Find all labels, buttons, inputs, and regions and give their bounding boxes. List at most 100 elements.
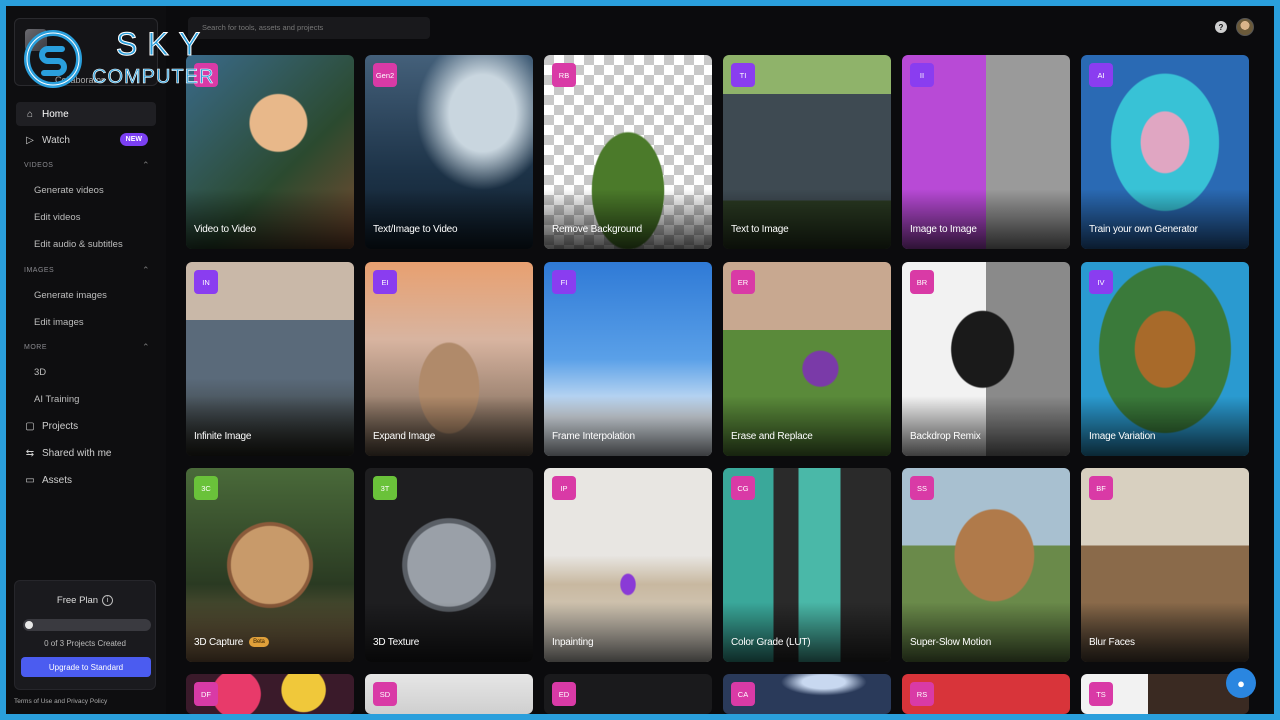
card-label: Frame Interpolation bbox=[552, 431, 635, 442]
tool-card-inpainting[interactable]: IP Inpainting bbox=[544, 468, 712, 662]
sidebar-item-label: Projects bbox=[42, 420, 79, 432]
watermark-line2: COMPUTER bbox=[92, 66, 215, 89]
tool-card-text-image-to-video[interactable]: Gen2 Text/Image to Video bbox=[365, 55, 533, 249]
sidebar-item-label: Shared with me bbox=[42, 447, 112, 459]
home-icon: ⌂ bbox=[26, 108, 34, 120]
card-label: Erase and Replace bbox=[731, 431, 813, 442]
card-badge: SD bbox=[373, 682, 397, 706]
card-shade bbox=[365, 396, 533, 456]
tool-card-row4-4[interactable]: CA bbox=[723, 674, 891, 714]
tool-card-train-generator[interactable]: AI Train your own Generator bbox=[1081, 55, 1249, 249]
tool-card-3d-capture[interactable]: 3C 3D Capture Beta bbox=[186, 468, 354, 662]
card-label: Text to Image bbox=[731, 224, 789, 235]
section-title: VIDEOS bbox=[24, 162, 54, 169]
card-shade bbox=[544, 602, 712, 662]
chevron-up-icon: ⌃ bbox=[141, 342, 150, 352]
sidebar-item-edit-images[interactable]: Edit images bbox=[34, 317, 84, 328]
card-badge: RB bbox=[552, 63, 576, 87]
upgrade-button[interactable]: Upgrade to Standard bbox=[21, 657, 151, 677]
tool-card-3d-texture[interactable]: 3T 3D Texture bbox=[365, 468, 533, 662]
card-shade bbox=[1081, 189, 1249, 249]
tool-card-row4-6[interactable]: TS bbox=[1081, 674, 1249, 714]
sidebar-item-shared[interactable]: ⇆ Shared with me bbox=[16, 441, 156, 465]
sidebar-item-assets[interactable]: ▭ Assets bbox=[16, 468, 156, 492]
card-shade bbox=[186, 189, 354, 249]
plan-title: Free Plan i bbox=[15, 595, 155, 606]
card-badge: BF bbox=[1089, 476, 1113, 500]
section-header-images[interactable]: IMAGES ⌃ bbox=[24, 265, 150, 275]
card-shade bbox=[186, 602, 354, 662]
tool-card-row4-2[interactable]: SD bbox=[365, 674, 533, 714]
section-header-videos[interactable]: VIDEOS ⌃ bbox=[24, 160, 150, 170]
section-title: MORE bbox=[24, 344, 47, 351]
tool-card-row4-5[interactable]: RS bbox=[902, 674, 1070, 714]
progress-knob bbox=[25, 621, 33, 629]
card-label: Video to Video bbox=[194, 224, 256, 235]
section-title: IMAGES bbox=[24, 267, 55, 274]
card-label: Remove Background bbox=[552, 224, 642, 235]
card-badge: TS bbox=[1089, 682, 1113, 706]
tool-card-image-variation[interactable]: IV Image Variation bbox=[1081, 262, 1249, 456]
sidebar-item-label: Watch bbox=[42, 134, 70, 146]
card-badge: FI bbox=[552, 270, 576, 294]
app-window: Collaborator ⌂ Home ▷ Watch NEW VIDEOS ⌃… bbox=[6, 6, 1274, 714]
card-shade bbox=[544, 396, 712, 456]
card-badge: TI bbox=[731, 63, 755, 87]
card-badge: CA bbox=[731, 682, 755, 706]
info-icon[interactable]: i bbox=[102, 595, 114, 606]
sidebar-item-home[interactable]: ⌂ Home bbox=[16, 102, 156, 126]
sidebar-item-generate-videos[interactable]: Generate videos bbox=[34, 185, 104, 196]
card-badge: RS bbox=[910, 682, 934, 706]
user-avatar[interactable] bbox=[1236, 18, 1254, 36]
card-label: Text/Image to Video bbox=[373, 224, 458, 235]
plan-count: 0 of 3 Projects Created bbox=[44, 639, 126, 648]
card-label-text: 3D Capture bbox=[194, 637, 244, 648]
tool-card-image-to-image[interactable]: II Image to Image bbox=[902, 55, 1070, 249]
sidebar-item-projects[interactable]: ▢ Projects bbox=[16, 414, 156, 438]
footer-links[interactable]: Terms of Use and Privacy Policy bbox=[14, 698, 107, 705]
chevron-up-icon: ⌃ bbox=[141, 160, 150, 170]
sidebar-item-edit-videos[interactable]: Edit videos bbox=[34, 212, 80, 223]
card-shade bbox=[723, 396, 891, 456]
card-shade bbox=[544, 189, 712, 249]
card-badge: ER bbox=[731, 270, 755, 294]
card-shade bbox=[186, 396, 354, 456]
tool-card-expand-image[interactable]: EI Expand Image bbox=[365, 262, 533, 456]
tool-card-row4-3[interactable]: ED bbox=[544, 674, 712, 714]
tool-card-backdrop-remix[interactable]: BR Backdrop Remix bbox=[902, 262, 1070, 456]
card-label: Image Variation bbox=[1089, 431, 1156, 442]
sidebar-item-label: Assets bbox=[42, 474, 73, 486]
card-label: 3D Capture Beta bbox=[194, 637, 269, 648]
sky-logo-icon bbox=[24, 30, 82, 88]
help-icon[interactable]: ? bbox=[1215, 21, 1227, 33]
card-badge: CG bbox=[731, 476, 755, 500]
card-shade bbox=[902, 396, 1070, 456]
card-label: 3D Texture bbox=[373, 637, 420, 648]
tool-card-super-slow-motion[interactable]: SS Super-Slow Motion bbox=[902, 468, 1070, 662]
tool-card-frame-interpolation[interactable]: FI Frame Interpolation bbox=[544, 262, 712, 456]
card-shade bbox=[365, 189, 533, 249]
chat-bubble-icon[interactable]: ● bbox=[1226, 668, 1256, 698]
plan-progress-bar bbox=[23, 619, 151, 631]
sidebar-item-ai-training[interactable]: AI Training bbox=[34, 394, 79, 405]
tool-card-erase-and-replace[interactable]: ER Erase and Replace bbox=[723, 262, 891, 456]
card-badge: IP bbox=[552, 476, 576, 500]
card-label: Image to Image bbox=[910, 224, 977, 235]
sidebar-item-3d[interactable]: 3D bbox=[34, 367, 46, 378]
sidebar-item-edit-audio[interactable]: Edit audio & subtitles bbox=[34, 239, 123, 250]
tool-card-infinite-image[interactable]: IN Infinite Image bbox=[186, 262, 354, 456]
tool-card-text-to-image[interactable]: TI Text to Image bbox=[723, 55, 891, 249]
tool-card-row4-1[interactable]: DF bbox=[186, 674, 354, 714]
sidebar-item-watch[interactable]: ▷ Watch NEW bbox=[16, 128, 156, 152]
card-label: Color Grade (LUT) bbox=[731, 637, 811, 648]
sidebar-item-generate-images[interactable]: Generate images bbox=[34, 290, 107, 301]
projects-icon: ▢ bbox=[25, 420, 35, 432]
tool-card-color-grade[interactable]: CG Color Grade (LUT) bbox=[723, 468, 891, 662]
tool-card-remove-background[interactable]: RB Remove Background bbox=[544, 55, 712, 249]
card-shade bbox=[723, 602, 891, 662]
tool-card-blur-faces[interactable]: BF Blur Faces bbox=[1081, 468, 1249, 662]
sidebar: Collaborator ⌂ Home ▷ Watch NEW VIDEOS ⌃… bbox=[6, 6, 166, 714]
section-header-more[interactable]: MORE ⌃ bbox=[24, 342, 150, 352]
card-badge: IV bbox=[1089, 270, 1113, 294]
card-label: Super-Slow Motion bbox=[910, 637, 992, 648]
